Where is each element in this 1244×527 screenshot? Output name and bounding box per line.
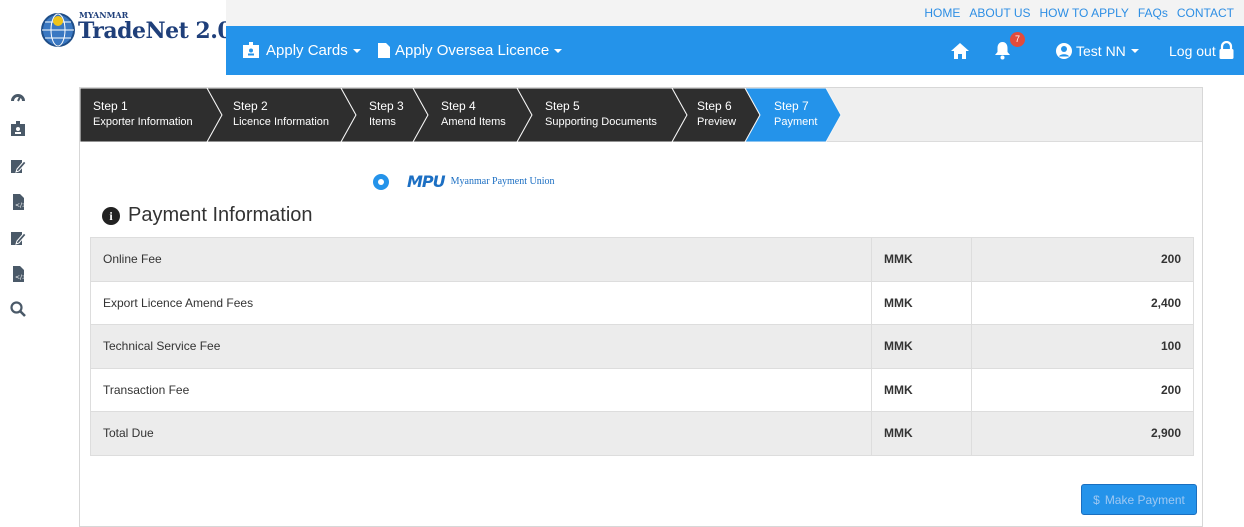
svg-text:</>: </> (15, 202, 27, 209)
logout-button[interactable]: Log out (1169, 26, 1235, 75)
step-3-number: Step 3 (369, 99, 404, 113)
licence-panel: Step 1 Exporter Information Step 2 Licen… (79, 87, 1203, 527)
step-7-label: Payment (774, 116, 818, 128)
table-row: Export Licence Amend Fees MMK 2,400 (90, 280, 1194, 325)
step-4[interactable]: Step 4 Amend Items (441, 98, 506, 130)
step-7-number: Step 7 (774, 99, 809, 113)
total-label: Total Due (90, 411, 872, 456)
file-icon (378, 43, 390, 58)
apply-cards-label: Apply Cards (266, 42, 348, 59)
edit-icon[interactable] (9, 157, 27, 175)
step-2-label: Licence Information (233, 116, 329, 128)
step-1[interactable]: Step 1 Exporter Information (93, 98, 193, 130)
mpu-name: Myanmar Payment Union (450, 176, 555, 187)
about-us-link[interactable]: ABOUT US (969, 6, 1030, 20)
table-row: Technical Service Fee MMK 100 (90, 324, 1194, 369)
apply-oversea-menu[interactable]: Apply Oversea Licence (377, 26, 563, 75)
fee-amount: 100 (971, 324, 1194, 369)
step-7[interactable]: Step 7 Payment (774, 98, 817, 130)
notifications-button[interactable] (994, 26, 1011, 75)
step-2-number: Step 2 (233, 99, 268, 113)
logout-label: Log out (1169, 42, 1216, 59)
fees-table: Online Fee MMK 200 Export Licence Amend … (90, 237, 1194, 456)
top-links-bar: HOME ABOUT US HOW TO APPLY FAQs CONTACT (226, 0, 1244, 26)
globe-logo-icon (41, 13, 75, 47)
payment-info-heading: i Payment Information (102, 204, 313, 227)
step-3[interactable]: Step 3 Items (369, 98, 404, 130)
bell-icon (995, 42, 1010, 60)
how-to-apply-link[interactable]: HOW TO APPLY (1040, 6, 1129, 20)
info-circle-icon: i (102, 206, 120, 225)
fee-currency: MMK (871, 280, 972, 325)
fee-amount: 200 (971, 237, 1194, 282)
brand-main: TradeNet 2.0 (78, 18, 233, 44)
contact-link[interactable]: CONTACT (1177, 6, 1234, 20)
fee-label: Online Fee (90, 237, 872, 282)
step-2[interactable]: Step 2 Licence Information (233, 98, 329, 130)
step-1-number: Step 1 (93, 99, 128, 113)
file-code-icon[interactable]: </> (9, 193, 27, 211)
user-menu[interactable]: Test NN (1056, 26, 1139, 75)
dollar-icon: $ (1093, 492, 1100, 507)
make-payment-label: Make Payment (1104, 492, 1185, 507)
step-6-label: Preview (697, 116, 737, 128)
lock-icon (1219, 41, 1234, 59)
step-4-label: Amend Items (441, 116, 506, 128)
step-wizard: Step 1 Exporter Information Step 2 Licen… (80, 88, 1202, 142)
user-circle-icon (1056, 42, 1072, 59)
fee-currency: MMK (871, 367, 972, 412)
edit-icon[interactable] (9, 229, 27, 247)
id-card-icon[interactable] (9, 120, 27, 138)
chevron-down-icon (554, 48, 563, 53)
table-row: Transaction Fee MMK 200 (90, 367, 1194, 412)
home-link[interactable]: HOME (924, 6, 960, 20)
step-5[interactable]: Step 5 Supporting Documents (545, 98, 657, 130)
total-currency: MMK (871, 411, 972, 456)
fee-label: Transaction Fee (90, 367, 872, 412)
dashboard-icon[interactable] (9, 88, 27, 106)
step-5-label: Supporting Documents (545, 116, 657, 128)
notification-count-badge: 7 (1010, 32, 1025, 47)
step-6-number: Step 6 (697, 99, 732, 113)
sidebar: </> </> (0, 0, 38, 523)
chevron-down-icon (352, 48, 361, 53)
make-payment-button[interactable]: $ Make Payment (1081, 484, 1197, 515)
brand-logo[interactable]: MYANMAR TradeNet 2.0 (38, 0, 233, 75)
total-amount: 2,900 (971, 411, 1194, 456)
home-button[interactable] (950, 26, 970, 75)
home-icon (951, 42, 969, 59)
user-name: Test NN (1076, 42, 1126, 59)
fee-currency: MMK (871, 324, 972, 369)
step-6[interactable]: Step 6 Preview (697, 98, 736, 130)
apply-oversea-label: Apply Oversea Licence (395, 42, 550, 59)
payment-method-option[interactable]: MPU Myanmar Payment Union (373, 172, 555, 191)
fee-label: Technical Service Fee (90, 324, 872, 369)
apply-cards-menu[interactable]: Apply Cards (242, 26, 361, 75)
faqs-link[interactable]: FAQs (1138, 6, 1168, 20)
step-3-label: Items (369, 116, 396, 128)
step-4-number: Step 4 (441, 99, 476, 113)
svg-text:</>: </> (15, 274, 27, 281)
search-icon[interactable] (9, 300, 27, 318)
payment-method-radio[interactable] (373, 173, 389, 190)
table-row: Online Fee MMK 200 (90, 237, 1194, 282)
id-card-icon (243, 42, 259, 58)
main-navbar: Apply Cards Apply Oversea Licence Test N… (226, 26, 1244, 75)
fee-amount: 2,400 (971, 280, 1194, 325)
step-1-label: Exporter Information (93, 116, 193, 128)
file-code-icon[interactable]: </> (9, 265, 27, 283)
fee-label: Export Licence Amend Fees (90, 280, 872, 325)
fee-amount: 200 (971, 367, 1194, 412)
mpu-logo: MPU (407, 172, 446, 191)
chevron-down-icon (1130, 48, 1139, 53)
step-5-number: Step 5 (545, 99, 580, 113)
total-row: Total Due MMK 2,900 (90, 411, 1194, 456)
page-title: Payment Information (128, 204, 313, 226)
fee-currency: MMK (871, 237, 972, 282)
